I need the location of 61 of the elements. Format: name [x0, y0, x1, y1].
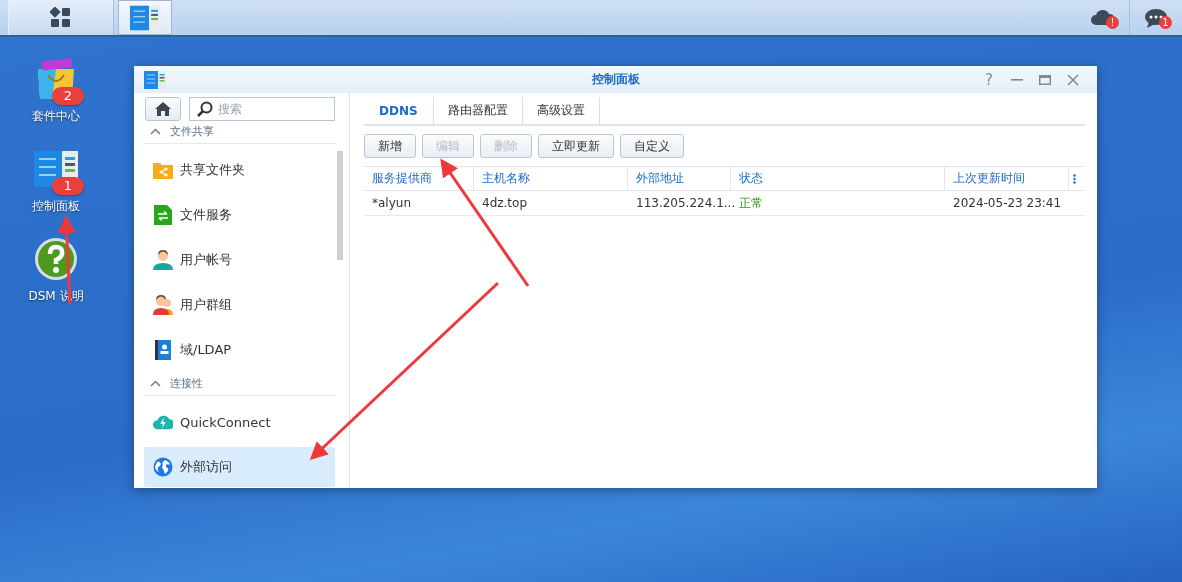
- search-icon: [197, 101, 213, 117]
- question-mark-icon: [34, 237, 78, 281]
- toolbar-button[interactable]: 立即更新: [538, 134, 614, 158]
- help-button[interactable]: ?: [975, 69, 1003, 90]
- sidebar-item[interactable]: 域/LDAP: [144, 330, 335, 370]
- control-panel-icon: [130, 3, 160, 32]
- desktop-shortcut[interactable]: 1 控制面板: [0, 147, 112, 221]
- section-header[interactable]: 连接性: [144, 371, 335, 396]
- toolbar-button[interactable]: 新增: [364, 134, 416, 158]
- sidebar-item[interactable]: QuickConnect: [144, 402, 335, 442]
- scrollbar[interactable]: [337, 151, 343, 260]
- shortcut-label: 控制面板: [32, 198, 80, 215]
- shared-folder-icon: [153, 160, 173, 180]
- user-icon: [153, 250, 173, 270]
- column-menu-button[interactable]: [1069, 166, 1085, 191]
- toolbar-button[interactable]: 自定义: [620, 134, 684, 158]
- taskbar-app-button[interactable]: [118, 0, 172, 35]
- cloud-status-button[interactable]: !: [1077, 0, 1129, 35]
- sidebar-item[interactable]: 文件服务: [144, 195, 335, 235]
- notification-badge: 1: [52, 177, 84, 195]
- main-menu-button[interactable]: [8, 0, 114, 35]
- messages-button[interactable]: 1: [1129, 0, 1182, 35]
- home-button[interactable]: [145, 97, 181, 121]
- search-field[interactable]: 搜索: [189, 97, 335, 121]
- sidebar-item[interactable]: 外部访问: [144, 447, 335, 487]
- main-menu-icon: [50, 6, 72, 29]
- sidebar-item[interactable]: 共享文件夹: [144, 150, 335, 190]
- table-cell: 4dz.top: [482, 196, 528, 210]
- column-header[interactable]: 主机名称: [474, 166, 628, 191]
- column-header[interactable]: 服务提供商: [364, 166, 474, 191]
- shortcut-label: 套件中心: [32, 108, 80, 125]
- section-header[interactable]: 文件共享: [144, 119, 335, 144]
- sidebar-item[interactable]: 用户群组: [144, 285, 335, 325]
- column-header[interactable]: 状态: [731, 166, 945, 191]
- notification-badge: 1: [1159, 16, 1172, 29]
- chevron-icon: [150, 379, 161, 387]
- user-group-icon: [153, 295, 173, 315]
- sidebar-item[interactable]: 用户帐号: [144, 240, 335, 280]
- minimize-icon: [1011, 78, 1023, 81]
- control-panel-icon: [144, 69, 166, 90]
- table-cell: 113.205.224.1...: [636, 196, 736, 210]
- home-icon: [155, 102, 171, 116]
- status-text: 正常: [739, 194, 763, 212]
- more-vertical-icon: [1073, 173, 1076, 184]
- table-cell: 2024-05-23 23:41: [953, 196, 1062, 210]
- address-book-icon: [153, 340, 173, 360]
- table-cell: *alyun: [372, 196, 411, 210]
- tab[interactable]: 高级设置: [522, 97, 600, 124]
- window-title: 控制面板: [591, 72, 640, 86]
- column-header[interactable]: 外部地址: [628, 166, 731, 191]
- notification-badge: 2: [52, 87, 84, 105]
- column-header[interactable]: 上次更新时间: [945, 166, 1069, 191]
- tab[interactable]: DDNS: [364, 97, 434, 124]
- globe-icon: [153, 457, 173, 477]
- close-icon: [1067, 73, 1079, 86]
- desktop-shortcut[interactable]: 2 套件中心: [0, 57, 112, 131]
- tab[interactable]: 路由器配置: [433, 97, 523, 124]
- maximize-icon: [1039, 73, 1051, 86]
- notification-badge: !: [1106, 16, 1119, 29]
- file-transfer-icon: [153, 205, 173, 225]
- chevron-icon: [150, 127, 161, 135]
